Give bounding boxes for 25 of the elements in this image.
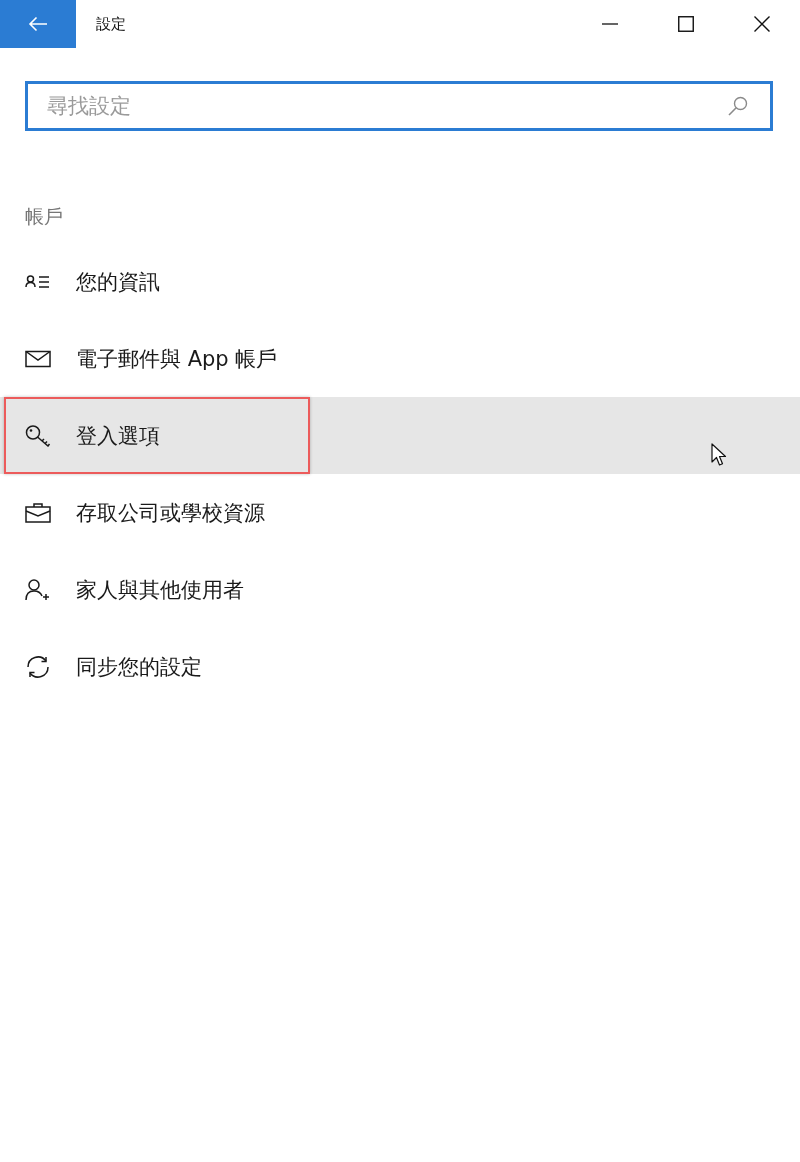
back-arrow-icon: [28, 16, 48, 32]
briefcase-icon: [25, 501, 51, 524]
search-field[interactable]: 尋找設定: [25, 81, 773, 131]
nav-item[interactable]: 您的資訊: [0, 243, 800, 320]
close-icon: [754, 16, 770, 32]
nav-item-label: 同步您的設定: [76, 653, 202, 681]
key-icon: [25, 424, 51, 447]
nav-item[interactable]: 登入選項: [0, 397, 800, 474]
section-heading: 帳戶: [25, 204, 63, 228]
sync-icon: [25, 655, 51, 678]
nav-item[interactable]: 同步您的設定: [0, 628, 800, 705]
search-icon: [728, 96, 748, 116]
nav-item[interactable]: 存取公司或學校資源: [0, 474, 800, 551]
minimize-icon: [602, 23, 618, 25]
window-title: 設定: [96, 14, 126, 34]
mouse-pointer-icon: [711, 443, 727, 467]
nav-item-label: 電子郵件與 App 帳戶: [76, 345, 278, 373]
nav-item[interactable]: 家人與其他使用者: [0, 551, 800, 628]
add-person-icon: [25, 578, 51, 601]
nav-item-label: 登入選項: [76, 422, 160, 450]
nav-item-label: 家人與其他使用者: [76, 576, 244, 604]
nav-item-label: 您的資訊: [76, 268, 160, 296]
maximize-icon: [678, 16, 694, 32]
nav-item[interactable]: 電子郵件與 App 帳戶: [0, 320, 800, 397]
nav-item-label: 存取公司或學校資源: [76, 499, 265, 527]
